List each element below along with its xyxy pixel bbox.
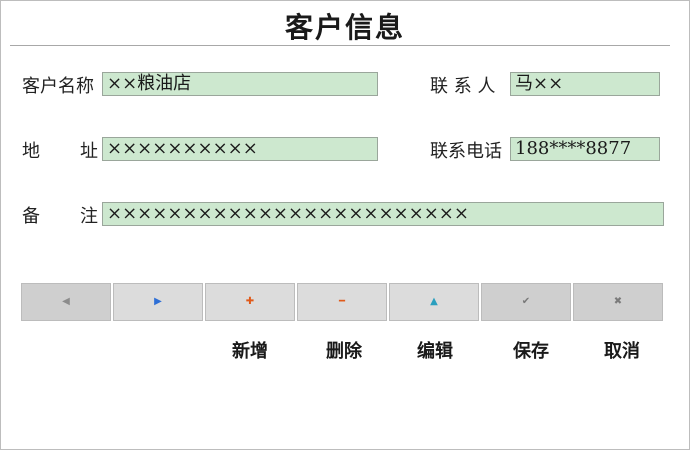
edit-caption[interactable]: 编辑 <box>417 337 453 363</box>
triangle-left-icon: ◀ <box>62 296 70 307</box>
title-divider <box>10 45 670 46</box>
address-field[interactable]: ×××××××××× <box>102 137 378 161</box>
address-label-first: 地 <box>22 141 40 162</box>
customer-name-field[interactable]: ××粮油店 <box>102 72 378 96</box>
save-button[interactable]: ✔ <box>481 283 571 321</box>
minus-icon: ━ <box>338 296 346 307</box>
plus-icon: ✚ <box>245 296 255 307</box>
cancel-button[interactable]: ✖ <box>573 283 663 321</box>
triangle-up-icon: ▲ <box>430 296 438 307</box>
triangle-right-icon: ▶ <box>154 296 162 307</box>
delete-caption[interactable]: 删除 <box>326 337 362 363</box>
cancel-caption[interactable]: 取消 <box>604 337 640 363</box>
previous-record-button[interactable]: ◀ <box>21 283 111 321</box>
note-label-first: 备 <box>22 206 40 227</box>
add-button[interactable]: ✚ <box>205 283 295 321</box>
address-label-second: 址 <box>80 141 98 162</box>
phone-field[interactable]: 188****8877 <box>510 137 660 161</box>
save-caption[interactable]: 保存 <box>513 337 549 363</box>
check-icon: ✔ <box>521 296 531 307</box>
add-caption[interactable]: 新增 <box>232 337 268 363</box>
next-record-button[interactable]: ▶ <box>113 283 203 321</box>
note-field[interactable]: ×××××××××××××××××××××××× <box>102 202 664 226</box>
edit-button[interactable]: ▲ <box>389 283 479 321</box>
customer-name-label: 客户名称 <box>22 76 94 97</box>
note-label-second: 注 <box>80 206 98 227</box>
delete-button[interactable]: ━ <box>297 283 387 321</box>
page-title: 客户信息 <box>284 11 405 44</box>
phone-label: 联系电话 <box>430 141 502 162</box>
close-icon: ✖ <box>613 296 623 307</box>
contact-label: 联 系 人 <box>430 76 496 97</box>
contact-field[interactable]: 马×× <box>510 72 660 96</box>
